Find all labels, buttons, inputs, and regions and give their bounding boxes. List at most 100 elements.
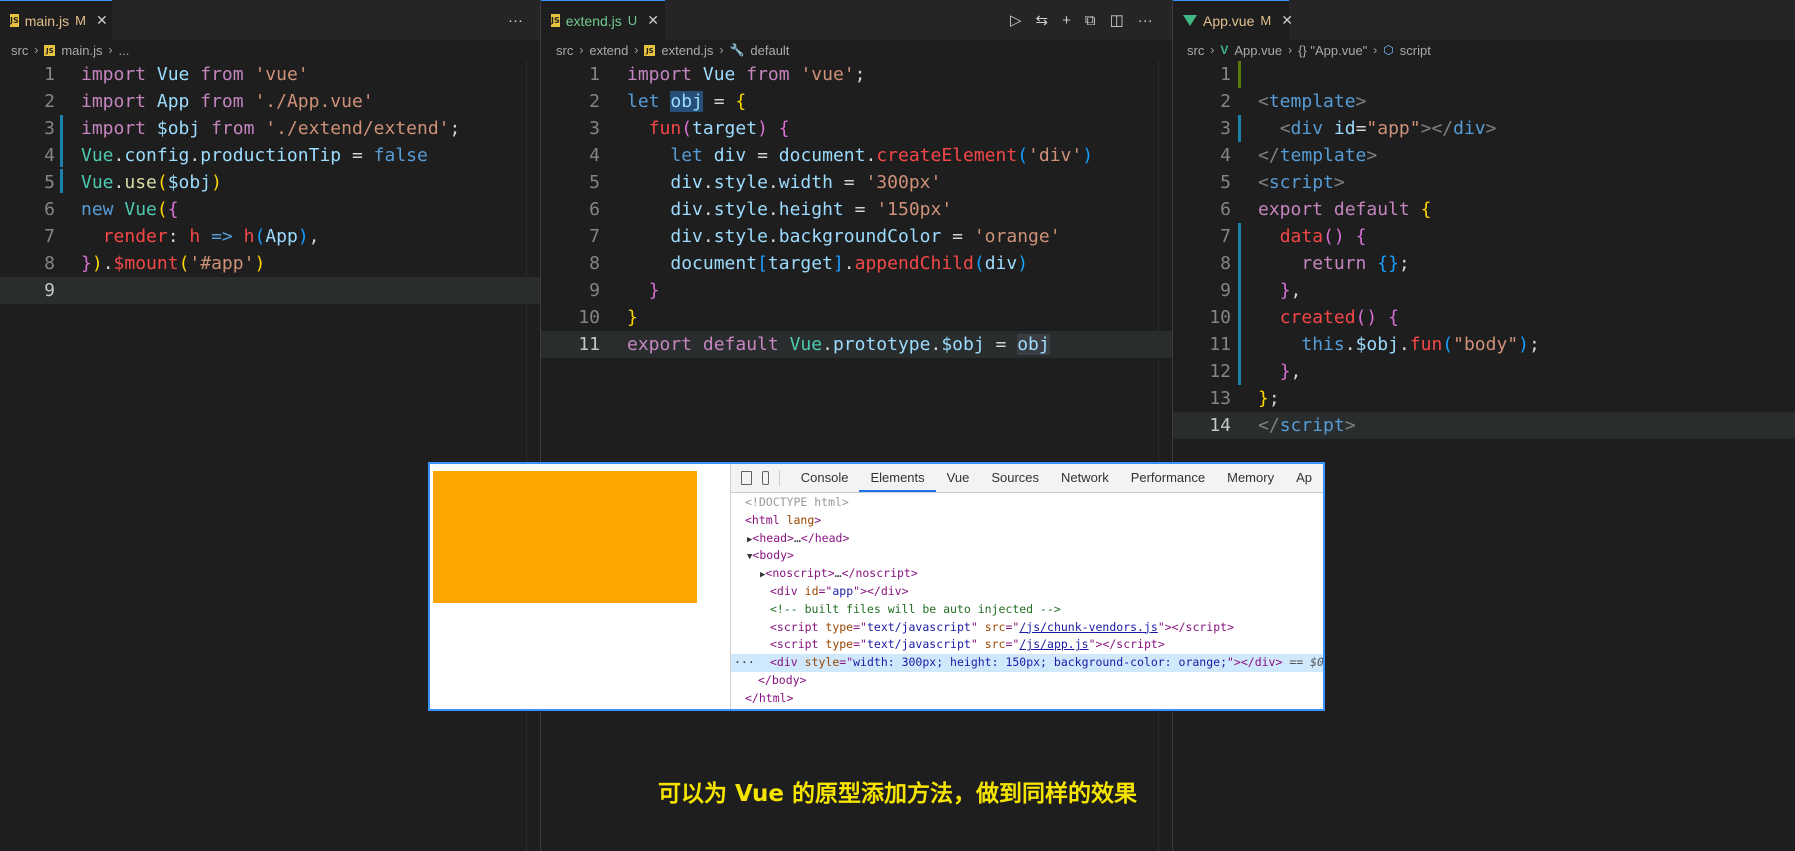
breadcrumb-item[interactable]: src [556, 43, 573, 58]
vue-file-icon: V [1220, 43, 1229, 57]
inspect-element-icon[interactable] [741, 471, 752, 485]
dom-node[interactable]: ▶<noscript>…</noscript> [731, 565, 1323, 583]
tab-app-vue[interactable]: App.vue M ✕ [1173, 0, 1293, 40]
line-number: 6 [44, 199, 55, 220]
open-changes-icon[interactable]: ⧉ [1085, 12, 1096, 29]
line-number: 1 [44, 64, 55, 85]
tab-sources[interactable]: Sources [980, 464, 1050, 492]
dom-node[interactable]: </body> [731, 672, 1323, 690]
dom-node[interactable]: </html> [731, 690, 1323, 708]
code-line[interactable]: 8 document[target].appendChild(div) [541, 250, 1172, 277]
code-line[interactable]: 1 import Vue from 'vue' [0, 61, 540, 88]
tab-main-js[interactable]: JS main.js M ✕ [0, 0, 112, 40]
code-line[interactable]: 6 new Vue({ [0, 196, 540, 223]
dom-node-selected[interactable]: ··· <div style="width: 300px; height: 150… [731, 654, 1323, 672]
more-actions-icon[interactable]: ··· [1138, 12, 1153, 29]
breadcrumb-item[interactable]: App.vue [1234, 43, 1282, 58]
chevron-right-icon: › [719, 43, 724, 57]
ellipsis-icon[interactable]: ··· [734, 654, 755, 672]
code-line[interactable]: 7 div.style.backgroundColor = 'orange' [541, 223, 1172, 250]
breadcrumb-item[interactable]: extend.js [661, 43, 713, 58]
close-icon[interactable]: ✕ [647, 12, 659, 29]
compare-icon[interactable]: ⇆ [1036, 11, 1049, 29]
code-editor[interactable]: 1 import Vue from 'vue' 2 import App from … [0, 61, 540, 304]
code-editor[interactable]: 1 2 <template> 3 <div id="app"></div> 4 </… [1173, 61, 1795, 439]
breadcrumb-item[interactable]: {} "App.vue" [1298, 43, 1367, 58]
close-icon[interactable]: ✕ [1281, 12, 1293, 29]
code-line[interactable]: 10} [541, 304, 1172, 331]
code-line[interactable]: 8 return {}; [1173, 250, 1795, 277]
more-actions-icon[interactable]: ··· [508, 12, 523, 29]
code-line[interactable]: 12 }, [1173, 358, 1795, 385]
breadcrumb-item[interactable]: extend [589, 43, 628, 58]
tab-extend-js[interactable]: JS extend.js U ✕ [541, 0, 665, 40]
run-icon[interactable]: ▷ [1010, 11, 1022, 29]
code-line[interactable]: 5 <script> [1173, 169, 1795, 196]
code-line[interactable]: 10 created() { [1173, 304, 1795, 331]
code-line[interactable]: 6 div.style.height = '150px' [541, 196, 1172, 223]
code-line[interactable]: 4 </template> [1173, 142, 1795, 169]
code-line[interactable]: 5 div.style.width = '300px' [541, 169, 1172, 196]
code-line[interactable]: 7 render: h => h(App), [0, 223, 540, 250]
code-line[interactable]: 6 export default { [1173, 196, 1795, 223]
code-line-current[interactable]: 14 </script> [1173, 412, 1795, 439]
tab-network[interactable]: Network [1050, 464, 1120, 492]
dom-tree[interactable]: <!DOCTYPE html> <html lang> ▶<head>…</he… [731, 493, 1323, 708]
orange-div-preview [433, 471, 697, 603]
code-line[interactable]: 4 let div = document.createElement('div'… [541, 142, 1172, 169]
code-line[interactable]: 9 } [541, 277, 1172, 304]
scrollbar[interactable] [1158, 61, 1172, 851]
code-line[interactable]: 3 <div id="app"></div> [1173, 115, 1795, 142]
code-line[interactable]: 3 import $obj from './extend/extend'; [0, 115, 540, 142]
split-editor-icon[interactable]: ◫ [1110, 11, 1124, 29]
add-icon[interactable]: + [1062, 12, 1071, 29]
dom-node[interactable]: <script type="text/javascript" src="/js/… [731, 636, 1323, 654]
breadcrumb-item[interactable]: ... [119, 43, 130, 58]
tab-performance[interactable]: Performance [1120, 464, 1216, 492]
code-line-current[interactable]: 9 [0, 277, 540, 304]
breadcrumb-item[interactable]: script [1400, 43, 1431, 58]
dom-node[interactable]: <!DOCTYPE html> [731, 494, 1323, 512]
close-icon[interactable]: ✕ [96, 12, 108, 29]
line-number: 2 [44, 91, 55, 112]
code-line[interactable]: 9 }, [1173, 277, 1795, 304]
code-line[interactable]: 5 Vue.use($obj) [0, 169, 540, 196]
code-line[interactable]: 3 fun(target) { [541, 115, 1172, 142]
code-line[interactable]: 1 [1173, 61, 1795, 88]
breadcrumb-item[interactable]: src [11, 43, 28, 58]
chevron-right-icon: › [1210, 43, 1215, 57]
scrollbar[interactable] [526, 61, 540, 851]
tab-elements[interactable]: Elements [859, 464, 936, 492]
dom-node[interactable]: <html lang> [731, 512, 1323, 530]
device-toolbar-icon[interactable] [761, 471, 770, 485]
breadcrumb-item[interactable]: main.js [61, 43, 102, 58]
code-editor[interactable]: 1 import Vue from 'vue'; 2 let obj = { 3 f… [541, 61, 1172, 358]
code-line[interactable]: 4 Vue.config.productionTip = false [0, 142, 540, 169]
tab-memory[interactable]: Memory [1216, 464, 1285, 492]
code-line[interactable]: 2 let obj = { [541, 88, 1172, 115]
code-line[interactable]: 1 import Vue from 'vue'; [541, 61, 1172, 88]
breadcrumb-item[interactable]: default [750, 43, 789, 58]
code-line[interactable]: 13}; [1173, 385, 1795, 412]
code-line-current[interactable]: 11 export default Vue.prototype.$obj = ob… [541, 331, 1172, 358]
code-line[interactable]: 8}).$mount('#app') [0, 250, 540, 277]
dom-node[interactable]: <script type="text/javascript" src="/js/… [731, 619, 1323, 637]
dom-node[interactable]: ▼<body> [731, 547, 1323, 565]
dom-node[interactable]: ▶<head>…</head> [731, 530, 1323, 548]
chevron-right-icon: › [579, 43, 584, 57]
tab-console[interactable]: Console [790, 464, 860, 492]
code-line[interactable]: 11 this.$obj.fun("body"); [1173, 331, 1795, 358]
code-line[interactable]: 7 data() { [1173, 223, 1795, 250]
code-line[interactable]: 2 <template> [1173, 88, 1795, 115]
line-number: 11 [1209, 334, 1231, 355]
code-line[interactable]: 2 import App from './App.vue' [0, 88, 540, 115]
editor-pane-app-vue: App.vue M ✕ src › V App.vue › {} "App.vu… [1173, 0, 1795, 851]
tab-application[interactable]: Ap [1285, 464, 1323, 492]
line-number: 4 [44, 145, 55, 166]
breadcrumb-item[interactable]: src [1187, 43, 1204, 58]
dom-node[interactable]: <!-- built files will be auto injected -… [731, 601, 1323, 619]
tab-vue[interactable]: Vue [936, 464, 981, 492]
added-line-indicator [1238, 61, 1241, 88]
dom-node[interactable]: <div id="app"></div> [731, 583, 1323, 601]
line-number: 10 [578, 307, 600, 328]
